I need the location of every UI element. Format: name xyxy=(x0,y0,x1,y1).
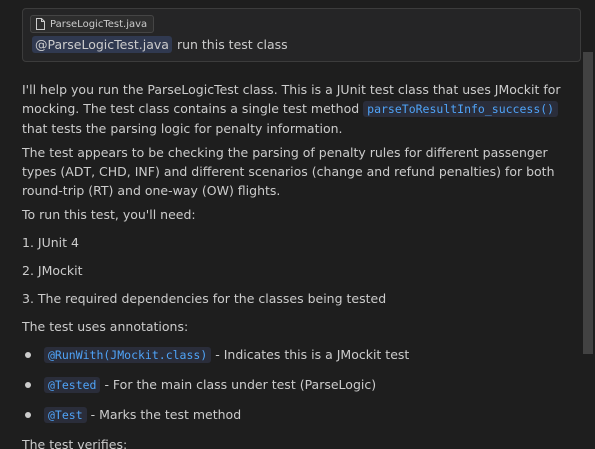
response-paragraph: To run this test, you'll need: xyxy=(22,207,196,222)
list-item: @Tested - For the main class under test … xyxy=(22,375,577,395)
response-paragraph: The test verifies: xyxy=(22,437,128,449)
assistant-response: I'll help you run the ParseLogicTest cla… xyxy=(22,80,577,449)
annotation-text: - For the main class under test (ParseLo… xyxy=(104,377,377,392)
response-text: that tests the parsing logic for penalty… xyxy=(22,121,343,136)
list-item: 1. JUnit 4 xyxy=(22,235,79,250)
file-mention[interactable]: @ParseLogicTest.java xyxy=(32,36,172,53)
file-icon xyxy=(36,18,45,30)
file-chip-label: ParseLogicTest.java xyxy=(50,18,148,30)
list-item: 3. The required dependencies for the cla… xyxy=(22,291,387,306)
annotation-list: @RunWith(JMockit.class) - Indicates this… xyxy=(22,345,577,425)
method-code: parseToResultInfo_success() xyxy=(363,101,559,117)
prompt-message: @ParseLogicTest.java run this test class xyxy=(32,36,288,53)
prompt-box[interactable]: ParseLogicTest.java @ParseLogicTest.java… xyxy=(22,8,581,62)
list-item: @RunWith(JMockit.class) - Indicates this… xyxy=(22,345,577,365)
response-paragraph: I'll help you run the ParseLogicTest cla… xyxy=(22,80,577,138)
response-paragraph: The test uses annotations: xyxy=(22,319,189,334)
annotation-code: @Tested xyxy=(44,377,101,393)
response-paragraph: The test appears to be checking the pars… xyxy=(22,145,555,198)
scrollbar[interactable] xyxy=(583,52,593,354)
prompt-text: run this test class xyxy=(176,37,288,52)
list-item: @Test - Marks the test method xyxy=(22,405,577,425)
list-item: 2. JMockit xyxy=(22,263,83,278)
annotation-text: - Indicates this is a JMockit test xyxy=(215,347,410,362)
file-context-chip[interactable]: ParseLogicTest.java xyxy=(30,15,155,33)
annotation-text: - Marks the test method xyxy=(90,407,242,422)
annotation-code: @RunWith(JMockit.class) xyxy=(44,347,212,363)
annotation-code: @Test xyxy=(44,407,87,423)
